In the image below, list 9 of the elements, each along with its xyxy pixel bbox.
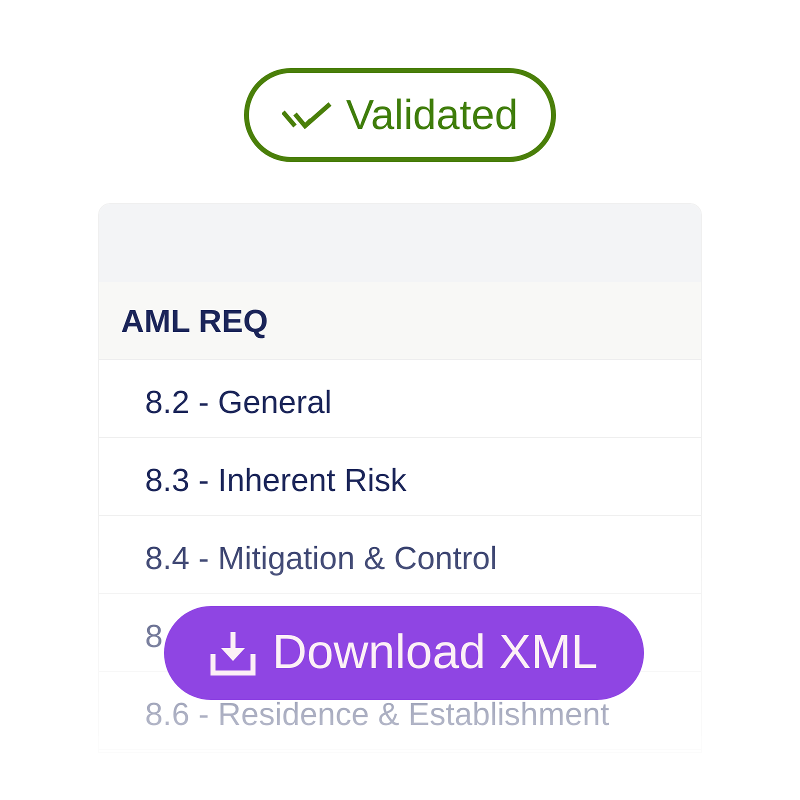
status-label: Validated bbox=[346, 94, 518, 136]
download-icon bbox=[210, 630, 256, 676]
download-xml-button[interactable]: Download XML bbox=[164, 606, 644, 700]
section-title: AML REQ bbox=[121, 304, 268, 336]
requirement-item[interactable]: 8.4 - Mitigation & Control bbox=[145, 542, 498, 574]
double-check-icon bbox=[282, 101, 332, 129]
requirement-item[interactable]: 8 bbox=[145, 620, 163, 652]
requirement-item[interactable]: 8.3 - Inherent Risk bbox=[145, 464, 406, 496]
requirement-item[interactable]: 8.2 - General bbox=[145, 386, 332, 418]
